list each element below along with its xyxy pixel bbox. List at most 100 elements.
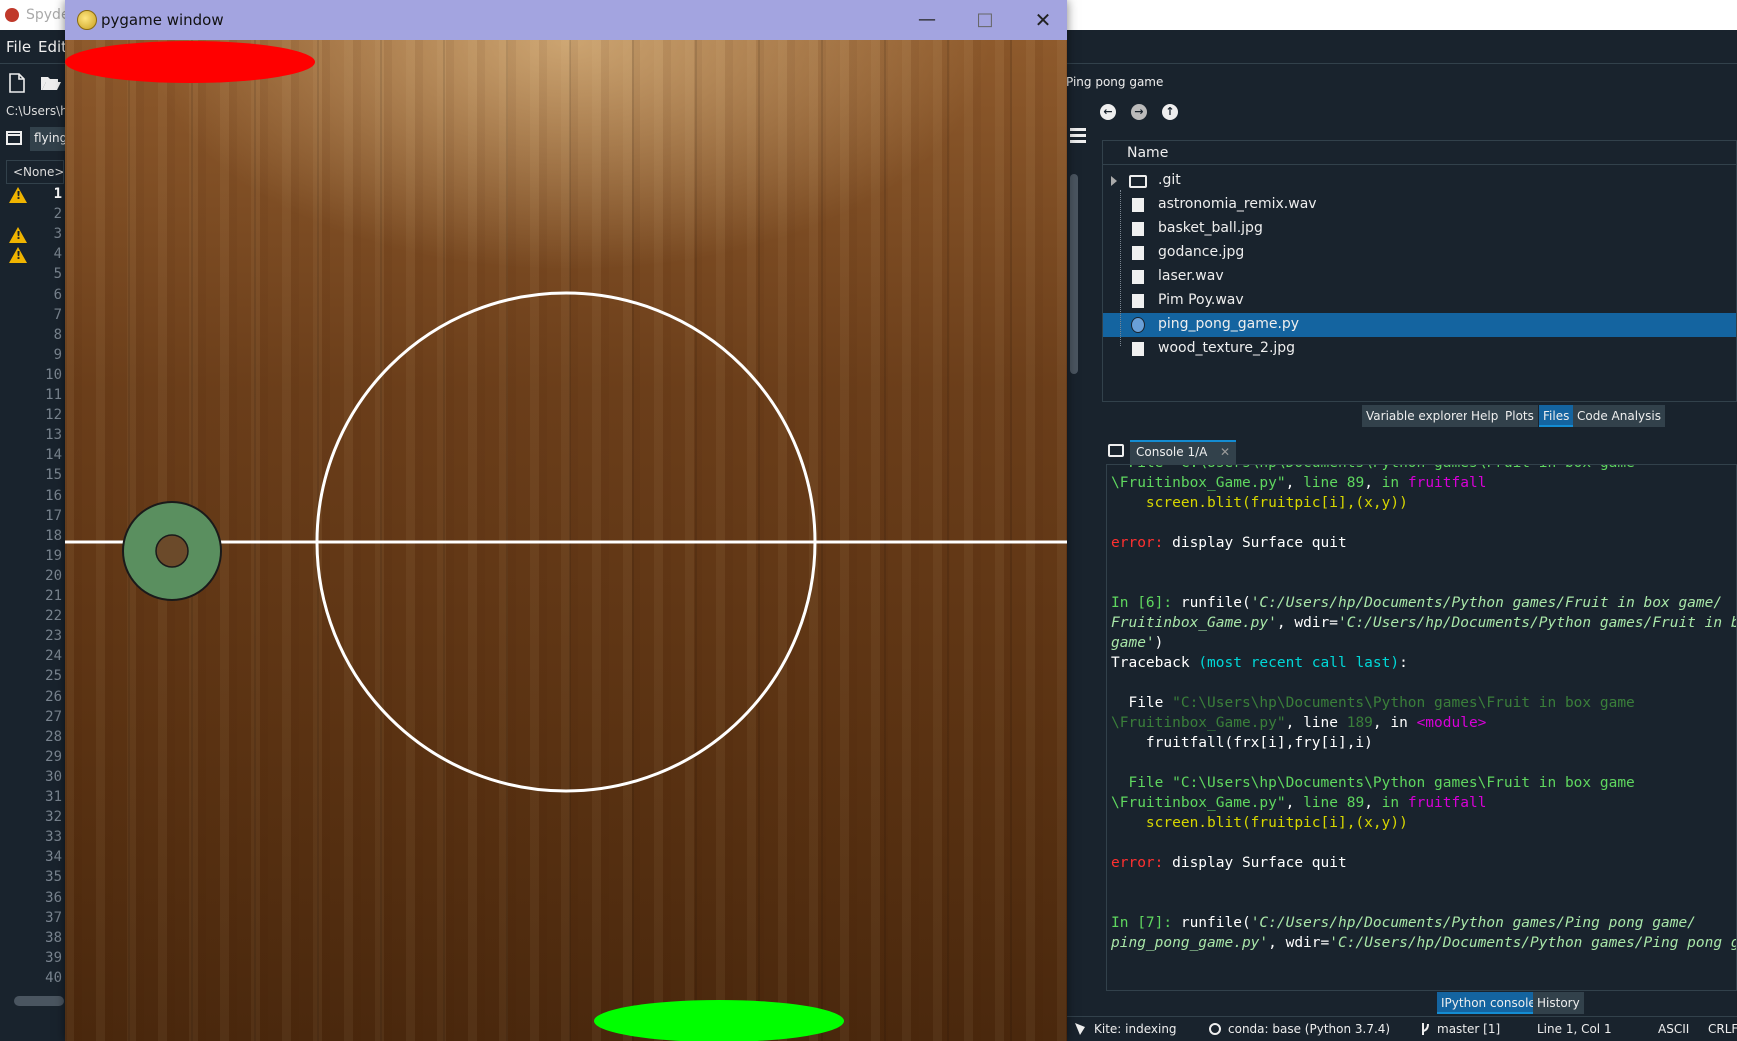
line-number: 7: [53, 306, 62, 323]
editor-tab[interactable]: flying: [30, 127, 66, 151]
window-icon[interactable]: [1108, 444, 1124, 457]
console-text-segment: <module>: [1416, 715, 1487, 731]
console-text-segment: screen.blit(fruitpic[i],(x,y)): [1111, 495, 1408, 511]
file-name: godance.jpg: [1158, 244, 1245, 260]
git-branch-icon: [1422, 1023, 1429, 1035]
bottom-paddle: [594, 1000, 844, 1041]
menu-edit[interactable]: Edit: [38, 38, 67, 56]
line-number: 13: [45, 427, 62, 444]
editor-line-gutter: 1234567891011121314151617181920212223242…: [0, 186, 66, 991]
console-line: error: display Surface quit: [1111, 853, 1347, 873]
warning-icon[interactable]: [9, 227, 27, 244]
tree-guide-line: [1120, 190, 1121, 346]
console-text-segment: line 89: [1303, 795, 1365, 811]
console-tab[interactable]: Console 1/A ✕: [1130, 440, 1236, 464]
file-tree-item[interactable]: .git: [1103, 169, 1736, 193]
file-name: ping_pong_game.py: [1158, 316, 1300, 332]
warning-icon[interactable]: [9, 247, 27, 264]
console-text-segment: \Fruitinbox_Game.py": [1111, 795, 1286, 811]
line-number: 20: [45, 567, 62, 584]
pygame-titlebar[interactable]: pygame window — □ ✕: [65, 0, 1067, 40]
file-tree-item[interactable]: ping_pong_game.py: [1103, 313, 1736, 337]
file-tree-item[interactable]: Pim Poy.wav: [1103, 289, 1736, 313]
tab-ipython-console[interactable]: IPython console: [1437, 992, 1540, 1014]
editor-horizontal-scrollbar[interactable]: [14, 996, 64, 1006]
console-text-segment: (most recent call last): [1198, 655, 1400, 671]
tab-plots[interactable]: Plots: [1501, 405, 1538, 427]
expand-arrow-icon[interactable]: [1111, 176, 1117, 186]
audio-file-icon: [1131, 293, 1145, 309]
console-text-segment: ,: [1285, 795, 1304, 811]
pane-options-menu-icon[interactable]: [1068, 128, 1088, 144]
up-arrow-icon[interactable]: ↑: [1162, 104, 1178, 120]
file-tree-item[interactable]: astronomia_remix.wav: [1103, 193, 1736, 217]
console-text-segment: fruitfall: [1407, 475, 1487, 491]
pygame-window[interactable]: pygame window — □ ✕: [65, 0, 1067, 1041]
line-number: 19: [45, 547, 62, 564]
close-icon[interactable]: ✕: [1029, 6, 1057, 34]
scroll-thumb[interactable]: [1070, 174, 1078, 374]
line-number: 31: [45, 789, 62, 805]
back-arrow-icon[interactable]: ←: [1100, 104, 1116, 120]
console-text-segment: line 89: [1303, 475, 1365, 491]
editor-vertical-scrollbar[interactable]: [1069, 160, 1079, 988]
editor-class-selector[interactable]: <None>: [6, 160, 64, 184]
line-number: 27: [45, 708, 62, 725]
open-folder-icon[interactable]: [40, 73, 62, 93]
console-line: game'): [1111, 633, 1163, 653]
game-canvas[interactable]: [65, 40, 1067, 1041]
forward-arrow-icon[interactable]: →: [1131, 104, 1147, 120]
file-tree-item[interactable]: godance.jpg: [1103, 241, 1736, 265]
console-text-segment: , in: [1372, 715, 1417, 731]
console-tab-label: Console 1/A: [1136, 445, 1208, 459]
line-number: 38: [45, 929, 62, 946]
tab-files[interactable]: Files: [1539, 405, 1574, 427]
warning-icon[interactable]: [9, 187, 27, 203]
file-tree-item[interactable]: laser.wav: [1103, 265, 1736, 289]
file-name: basket_ball.jpg: [1158, 220, 1263, 236]
maximize-icon[interactable]: □: [971, 6, 999, 34]
console-line: In [7]: runfile('C:/Users/hp/Documents/P…: [1111, 913, 1696, 933]
console-text-segment: 'C:/Users/hp/Documents/Python games/Ping…: [1329, 935, 1737, 951]
close-tab-icon[interactable]: ✕: [1220, 445, 1230, 459]
line-number: 33: [45, 829, 62, 846]
line-number: 1: [53, 186, 62, 202]
tab-variable-explorer[interactable]: Variable explorer: [1362, 405, 1472, 427]
console-tabbar: Console 1/A ✕: [1102, 436, 1737, 464]
pygame-logo-icon: [77, 10, 97, 30]
console-text-segment: runfile(: [1180, 595, 1251, 611]
file-tree-item[interactable]: wood_texture_2.jpg: [1103, 337, 1736, 361]
spyder-logo-icon: [5, 8, 19, 22]
window-icon[interactable]: [6, 131, 22, 145]
console-text-segment: Fruitinbox_Game.py': [1111, 615, 1277, 631]
console-text-segment: In [7]:: [1111, 915, 1181, 931]
menu-file[interactable]: File: [6, 38, 31, 56]
line-number: 10: [45, 366, 62, 383]
tab-history[interactable]: History: [1533, 992, 1584, 1014]
console-line: Traceback (most recent call last):: [1111, 653, 1408, 673]
console-text-segment: screen.blit(fruitpic[i],(x,y)): [1111, 815, 1408, 831]
console-text-segment: in: [1381, 795, 1408, 811]
files-column-header[interactable]: Name: [1103, 141, 1736, 165]
file-tree-item[interactable]: basket_ball.jpg: [1103, 217, 1736, 241]
pygame-window-title: pygame window: [101, 11, 224, 29]
line-number: 35: [45, 869, 62, 886]
tab-code-analysis[interactable]: Code Analysis: [1573, 405, 1665, 427]
minimize-icon[interactable]: —: [913, 6, 941, 34]
line-number: 8: [53, 326, 62, 343]
new-file-icon[interactable]: [8, 73, 26, 93]
console-text-segment: ): [1154, 635, 1164, 651]
console-line: screen.blit(fruitpic[i],(x,y)): [1111, 493, 1408, 513]
console-line: error: display Surface quit: [1111, 533, 1347, 553]
console-text-segment: , line: [1285, 715, 1347, 731]
audio-file-icon: [1131, 269, 1145, 285]
console-text-segment: ping_pong_game.py': [1111, 935, 1269, 951]
line-number: 39: [45, 949, 62, 966]
puck-center-hole: [155, 534, 189, 568]
console-text-segment: , wdir=: [1276, 615, 1338, 631]
tab-help[interactable]: Help: [1467, 405, 1503, 427]
audio-file-icon: [1131, 197, 1145, 213]
console-line: File "C:\Users\hp\Documents\Python games…: [1111, 465, 1634, 473]
ipython-console[interactable]: File "C:\Users\hp\Documents\Python games…: [1106, 464, 1737, 991]
line-number: 32: [45, 809, 62, 826]
